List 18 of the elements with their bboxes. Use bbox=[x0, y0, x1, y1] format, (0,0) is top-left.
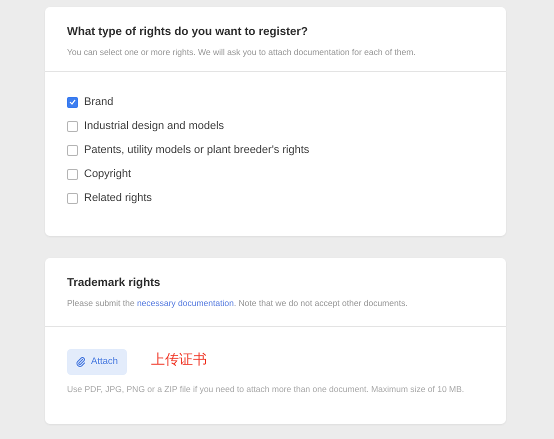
checkbox[interactable] bbox=[67, 144, 78, 156]
checkbox[interactable] bbox=[67, 96, 78, 108]
annotation-text: 上传证书 bbox=[150, 350, 207, 369]
paperclip-icon bbox=[76, 357, 86, 368]
option-label[interactable]: Copyright bbox=[84, 166, 132, 182]
card-title: Trademark rights bbox=[67, 276, 162, 291]
option-label[interactable]: Related rights bbox=[84, 190, 152, 206]
checkbox[interactable] bbox=[67, 192, 78, 204]
option-label[interactable]: Patents, utility models or plant breeder's rights bbox=[84, 142, 310, 158]
card-subtitle: You can select one or more rights. We will ask you to attach documentation for each of them. bbox=[67, 46, 417, 59]
card-subtitle: Please submit the necessary documentation. Note that we do not accept other documents. bbox=[67, 297, 409, 310]
card-title: What type of rights do you want to register? bbox=[67, 25, 309, 40]
option-label[interactable]: Brand bbox=[84, 94, 114, 110]
option-label[interactable]: Industrial design and models bbox=[84, 118, 224, 134]
hint-text: Use PDF, JPG, PNG or a ZIP file if you need to attach more than one document. Maximum size of 10 MB. bbox=[67, 383, 466, 396]
documentation-link[interactable]: necessary documentation bbox=[136, 298, 234, 308]
checkbox[interactable] bbox=[67, 168, 78, 180]
checkbox[interactable] bbox=[67, 120, 78, 132]
